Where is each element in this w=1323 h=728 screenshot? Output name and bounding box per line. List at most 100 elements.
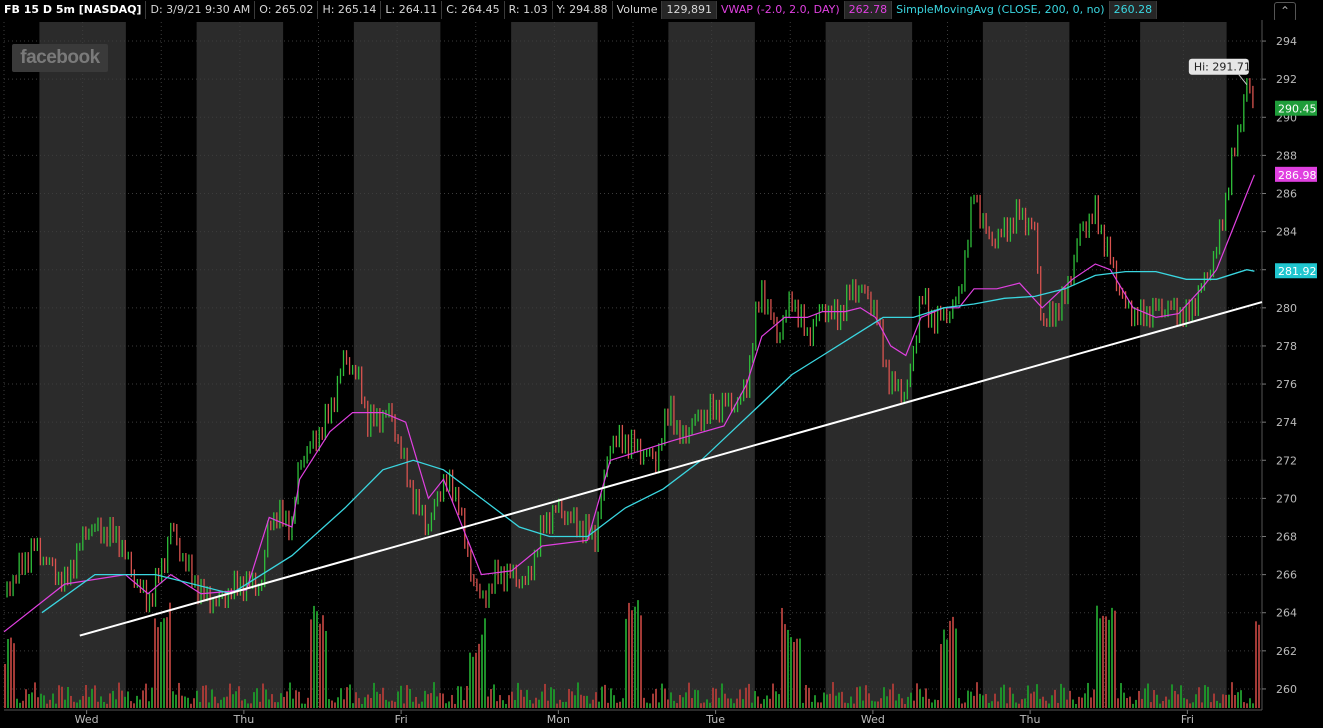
volume-bar [1210, 702, 1212, 708]
volume-bar [760, 703, 762, 708]
volume-bar [772, 683, 774, 708]
volume-bar [1243, 702, 1245, 708]
volume-bar [994, 693, 996, 708]
volume-bar [115, 699, 117, 708]
volume-bar [316, 611, 318, 708]
y-tick-label: 266 [1276, 569, 1297, 582]
volume-bar [748, 683, 750, 708]
volume-bar [436, 696, 438, 708]
volume-bar [178, 682, 180, 708]
volume-bar [1255, 621, 1257, 708]
volume-bar [814, 695, 816, 708]
volume-bar [901, 698, 903, 708]
volume-bar [1162, 701, 1164, 708]
volume-bar [613, 695, 615, 708]
volume-bar [949, 620, 951, 708]
volume-bar [1012, 693, 1014, 708]
volume-bar [1198, 687, 1200, 708]
volume-bar [1246, 703, 1248, 708]
y-tick-label: 272 [1276, 454, 1297, 467]
volume-bar [808, 687, 810, 708]
volume-bar [1219, 703, 1221, 708]
volume-bar [1138, 690, 1140, 708]
volume-bar [325, 630, 327, 708]
volume-bar [403, 703, 405, 708]
volume-bar [223, 697, 225, 708]
volume-bar [1171, 684, 1173, 708]
volume-bar [145, 683, 147, 708]
volume-bar [376, 691, 378, 708]
volume-bar [1084, 693, 1086, 708]
volume-bar [865, 685, 867, 708]
volume-bar [1042, 696, 1044, 708]
session-band [982, 22, 1070, 708]
y-tick-label: 288 [1276, 149, 1297, 162]
volume-bar [82, 695, 84, 708]
volume-bar [1147, 683, 1149, 708]
volume-bar [775, 691, 777, 708]
session-band [668, 22, 755, 708]
volume-bar [823, 692, 825, 708]
volume-bar [1222, 694, 1224, 708]
x-tick-label: Fri [1181, 713, 1194, 726]
volume-bar [121, 690, 123, 708]
volume-bar [79, 699, 81, 708]
volume-bar [331, 700, 333, 708]
volume-bar [1153, 690, 1155, 708]
volume-bar [514, 699, 516, 708]
volume-bar [943, 629, 945, 708]
volume-bar [673, 700, 675, 708]
volume-bar [61, 686, 63, 708]
volume-bar [472, 656, 474, 708]
volume-bar [1096, 605, 1098, 708]
volume-bar [343, 699, 345, 708]
volume-bar [511, 691, 513, 708]
volume-bar [1090, 697, 1092, 708]
volume-bar [1018, 703, 1020, 708]
volume-bar [367, 694, 369, 708]
volume-bar [778, 694, 780, 708]
volume-bar [1105, 616, 1107, 708]
volume-bar [160, 621, 162, 708]
volume-bar [610, 688, 612, 708]
x-tick-label: Wed [75, 713, 99, 726]
volume-bar [619, 701, 621, 708]
volume-bar [226, 696, 228, 708]
volume-bar [286, 691, 288, 708]
y-tick-label: 292 [1276, 73, 1297, 86]
volume-bar [718, 697, 720, 708]
volume-bar [817, 702, 819, 708]
volume-bar [487, 696, 489, 708]
volume-bar [796, 638, 798, 708]
volume-bar [55, 703, 57, 708]
volume-bar [670, 692, 672, 708]
volume-bar [1123, 692, 1125, 708]
volume-bar [262, 683, 264, 708]
y-tick-label: 294 [1276, 35, 1297, 48]
volume-bar [1252, 703, 1254, 708]
volume-bar [253, 692, 255, 708]
volume-bar [292, 698, 294, 708]
volume-bar [1165, 696, 1167, 708]
y-tick-label: 278 [1276, 340, 1297, 353]
volume-bar [703, 702, 705, 708]
volume-bar [250, 703, 252, 708]
volume-bar [922, 696, 924, 708]
volume-bar [880, 698, 882, 708]
volume-bar [1048, 703, 1050, 708]
volume-bar [811, 701, 813, 708]
volume-bar [1213, 693, 1215, 708]
volume-bar [172, 691, 174, 708]
volume-bar [562, 701, 564, 708]
volume-bar [169, 602, 171, 708]
volume-bar [295, 690, 297, 708]
volume-bar [940, 644, 942, 708]
volume-bar [340, 688, 342, 708]
volume-bar [1216, 700, 1218, 708]
volume-bar [109, 693, 111, 708]
volume-bar [364, 697, 366, 708]
volume-bar [463, 700, 465, 708]
volume-bar [859, 686, 861, 708]
price-chart: 2602622642662682702722742762782802822842… [3, 20, 1323, 726]
volume-bar [397, 691, 399, 708]
